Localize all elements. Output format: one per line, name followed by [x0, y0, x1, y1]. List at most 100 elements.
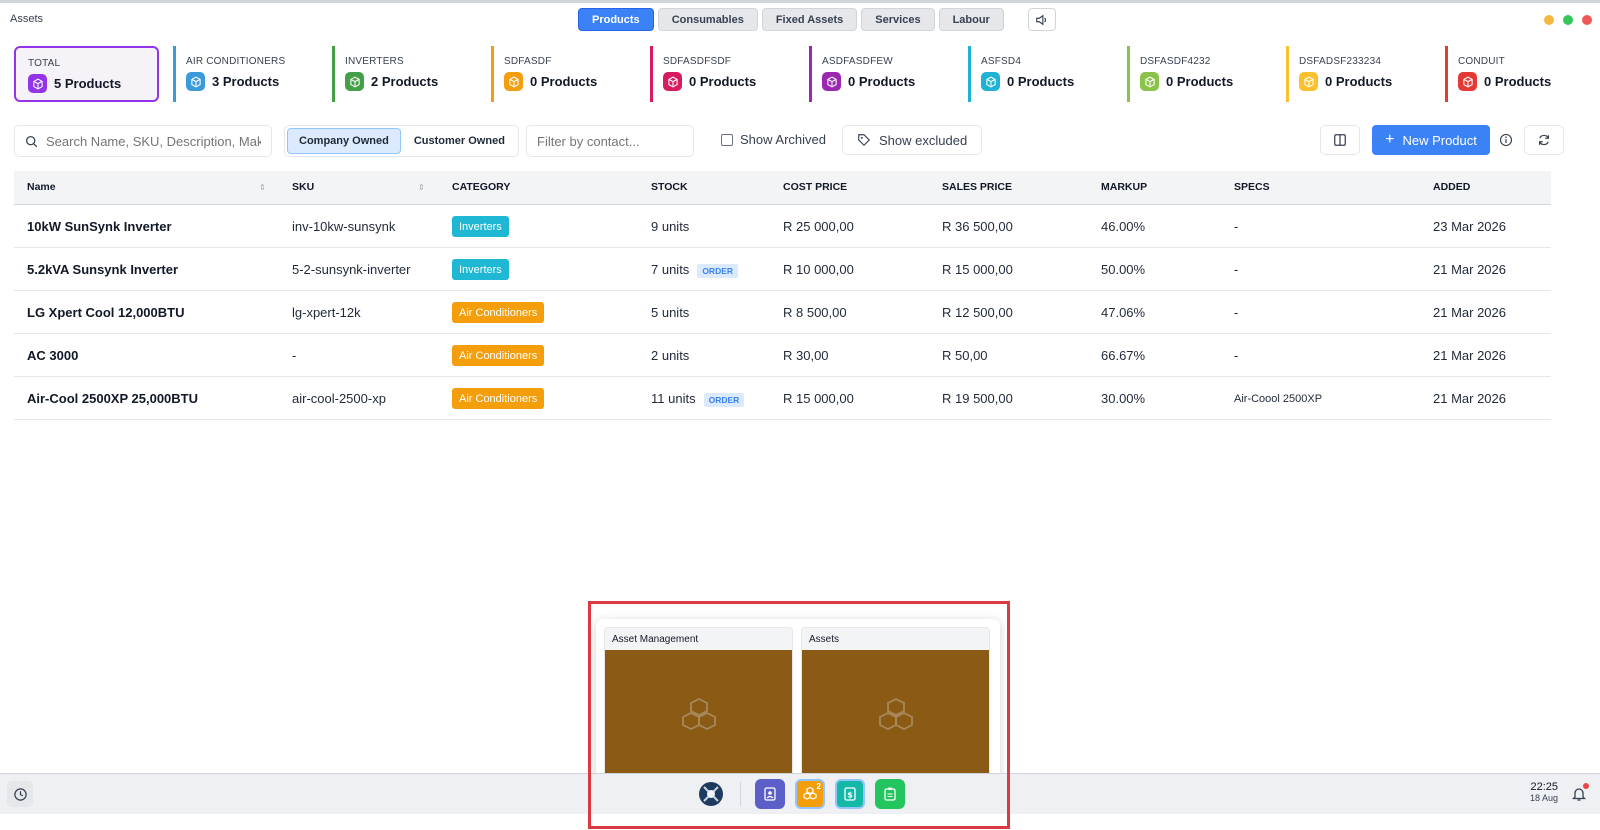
history-button[interactable] [7, 781, 33, 807]
clock-time: 22:25 [1530, 781, 1558, 793]
cell-sku: lg-xpert-12k [292, 305, 361, 320]
cell-specs: Air-Coool 2500XP [1234, 393, 1323, 405]
highlight-box [588, 601, 1010, 829]
cell-name: LG Xpert Cool 12,000BTU [27, 305, 185, 320]
cell-markup: 30.00% [1101, 391, 1146, 406]
system-clock[interactable]: 22:25 18 Aug [1530, 781, 1558, 803]
speaker-button[interactable] [1027, 8, 1056, 31]
columns-button[interactable] [1320, 125, 1360, 155]
cell-stock: 5 units [651, 305, 689, 320]
cell-markup: 50.00% [1101, 262, 1146, 277]
contact-filter-input[interactable] [537, 133, 687, 149]
cube-icon [663, 72, 682, 91]
card-count: 2 Products [371, 74, 439, 89]
plus-icon: + [1385, 131, 1395, 148]
sort-icon[interactable]: ⇕ [259, 183, 266, 192]
summary-card-category[interactable]: ASDFASDFEW 0 Products [809, 46, 954, 102]
table-row[interactable]: 10kW SunSynk Inverter inv-10kw-sunsynk Inv… [14, 205, 1551, 248]
show-archived-toggle[interactable]: Show Archived [721, 132, 826, 147]
summary-card-category[interactable]: AIR CONDITIONERS 3 Products [173, 46, 318, 102]
summary-card-category[interactable]: SDFASDFSDF 0 Products [650, 46, 795, 102]
category-summary-cards: TOTAL 5 Products AIR CONDITIONERS 3 Product… [14, 46, 1590, 102]
cell-cost-price: R 10 000,00 [783, 262, 854, 277]
summary-card-category[interactable]: ASFSD4 0 Products [968, 46, 1113, 102]
products-table: Name ⇕ SKU ⇕ CATEGORY STOCK COST PRICE S… [14, 171, 1551, 420]
table-row[interactable]: Air-Cool 2500XP 25,000BTU air-cool-2500-x… [14, 377, 1551, 420]
stock-value: 7 units [651, 262, 690, 277]
sort-icon[interactable]: ⇕ [418, 183, 425, 192]
maximize-button[interactable] [1563, 15, 1573, 25]
minimize-button[interactable] [1544, 15, 1554, 25]
notifications-button[interactable] [1568, 783, 1590, 805]
table-row[interactable]: LG Xpert Cool 12,000BTU lg-xpert-12k Air C… [14, 291, 1551, 334]
summary-card-category[interactable]: CONDUIT 0 Products [1445, 46, 1590, 102]
cube-icon [186, 72, 205, 91]
search-input[interactable] [46, 133, 261, 149]
cell-cost-price: R 8 500,00 [783, 305, 847, 320]
speaker-icon [1036, 13, 1046, 26]
cell-markup: 47.06% [1101, 305, 1146, 320]
show-archived-label: Show Archived [740, 132, 826, 147]
cube-icon [504, 72, 523, 91]
cell-cost-price: R 25 000,00 [783, 219, 854, 234]
card-label: SDFASDFSDF [663, 56, 732, 67]
cell-sales-price: R 19 500,00 [942, 391, 1013, 406]
clock-icon [13, 787, 27, 801]
stock-value: 11 units [651, 391, 696, 406]
tab-services[interactable]: Services [861, 8, 935, 31]
card-count: 0 Products [1166, 74, 1234, 89]
card-count: 0 Products [1484, 74, 1552, 89]
table-row[interactable]: 5.2kVA Sunsynk Inverter 5-2-sunsynk-inver… [14, 248, 1551, 291]
column-header-sku[interactable]: SKU [292, 181, 314, 193]
cell-stock: 7 units ORDER [651, 262, 739, 278]
tab-products[interactable]: Products [578, 8, 654, 31]
contact-filter[interactable] [526, 125, 694, 157]
card-label: ASDFASDFEW [822, 56, 893, 67]
card-count: 0 Products [1007, 74, 1075, 89]
cell-name: Air-Cool 2500XP 25,000BTU [27, 391, 198, 406]
show-excluded-button[interactable]: Show excluded [842, 125, 983, 155]
card-label: AIR CONDITIONERS [186, 56, 286, 67]
columns-icon [1334, 134, 1346, 146]
cell-specs: - [1234, 219, 1239, 234]
card-value-row: 5 Products [28, 74, 157, 93]
card-label: DSFADSF233234 [1299, 56, 1382, 67]
cell-cost-price: R 15 000,00 [783, 391, 854, 406]
card-value-row: 0 Products [504, 72, 636, 91]
category-badge: Air Conditioners [452, 388, 545, 409]
summary-card-category[interactable]: INVERTERS 2 Products [332, 46, 477, 102]
tag-icon [858, 134, 871, 147]
table-row[interactable]: AC 3000 - Air Conditioners 2 units R 30,00 R … [14, 334, 1551, 377]
tab-consumables[interactable]: Consumables [657, 8, 758, 31]
stock-value: 5 units [651, 305, 690, 320]
cube-icon [1458, 72, 1477, 91]
company-owned-button[interactable]: Company Owned [287, 128, 401, 154]
search-box[interactable] [14, 125, 272, 157]
column-header-name[interactable]: Name [27, 181, 56, 193]
card-count: 0 Products [689, 74, 757, 89]
card-label: DSFASDF4232 [1140, 56, 1211, 67]
tab-labour[interactable]: Labour [938, 8, 1004, 31]
customer-owned-button[interactable]: Customer Owned [403, 128, 516, 154]
summary-card-category[interactable]: DSFADSF233234 0 Products [1286, 46, 1431, 102]
summary-card-category[interactable]: SDFASDF 0 Products [491, 46, 636, 102]
summary-card-category[interactable]: DSFASDF4232 0 Products [1127, 46, 1272, 102]
new-product-button[interactable]: + New Product [1372, 125, 1490, 155]
summary-card-total[interactable]: TOTAL 5 Products [14, 46, 159, 102]
column-header-markup: MARKUP [1101, 181, 1148, 193]
category-badge: Air Conditioners [452, 302, 545, 323]
cell-stock: 11 units ORDER [651, 391, 745, 407]
window-title: Assets [10, 13, 44, 25]
cell-added: 23 Mar 2026 [1433, 219, 1506, 234]
show-archived-checkbox[interactable] [721, 133, 733, 146]
column-header-stock: STOCK [651, 181, 688, 193]
search-icon [25, 135, 38, 147]
cell-sku: - [292, 348, 297, 363]
info-button[interactable] [1498, 132, 1514, 148]
tab-fixed-assets[interactable]: Fixed Assets [761, 8, 858, 31]
cell-specs: - [1234, 262, 1239, 277]
refresh-button[interactable] [1524, 125, 1564, 155]
new-product-label: New Product [1402, 132, 1477, 148]
close-button[interactable] [1582, 15, 1592, 25]
cell-markup: 46.00% [1101, 219, 1146, 234]
